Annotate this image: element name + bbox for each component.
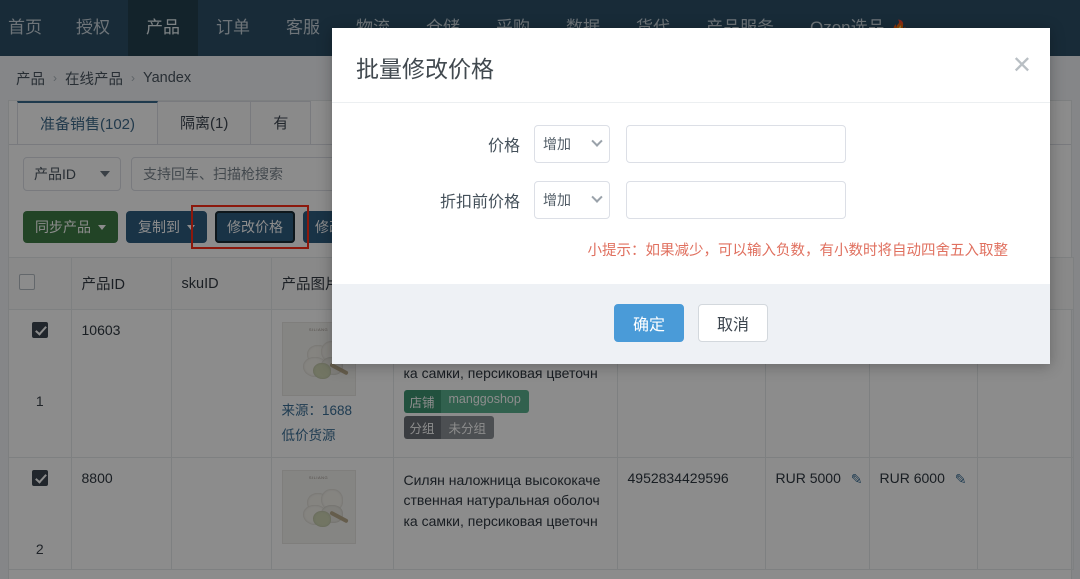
app-root: 首页 授权 产品 订单 客服 物流 仓储 采购 数据 货代 产品服务 Ozon选… bbox=[0, 0, 1080, 579]
old-price-input[interactable] bbox=[626, 181, 846, 219]
close-icon[interactable]: ✕ bbox=[1012, 54, 1032, 78]
price-label: 价格 bbox=[487, 138, 520, 155]
dialog-footer: 确定 取消 bbox=[332, 284, 1050, 364]
old-price-mode-value: 增加 bbox=[543, 192, 571, 208]
chevron-down-icon-2 bbox=[591, 191, 603, 203]
cancel-button[interactable]: 取消 bbox=[698, 304, 769, 342]
old-price-label: 折扣前价格 bbox=[439, 194, 520, 211]
price-mode-value: 增加 bbox=[543, 136, 571, 152]
price-input[interactable] bbox=[626, 125, 846, 163]
dialog-header: 批量修改价格 ✕ bbox=[332, 28, 1050, 103]
confirm-button[interactable]: 确定 bbox=[613, 304, 684, 342]
price-row: 价格 增加 bbox=[356, 125, 1026, 163]
old-price-row: 折扣前价格 增加 bbox=[356, 181, 1026, 219]
chevron-down-icon bbox=[591, 135, 603, 147]
old-price-mode-select[interactable]: 增加 bbox=[534, 181, 610, 219]
price-mode-select[interactable]: 增加 bbox=[534, 125, 610, 163]
dialog-title: 批量修改价格 bbox=[356, 56, 494, 82]
dialog-body: 价格 增加 折扣前价格 增加 小提示：如果减少，可以输入负数，有小数时将自动四舍… bbox=[332, 103, 1050, 284]
dialog-hint-text: 小提示：如果减少，可以输入负数，有小数时将自动四舍五入取整 bbox=[587, 243, 1009, 259]
bulk-edit-price-dialog: 批量修改价格 ✕ 价格 增加 折扣前价格 增加 小提示：如果减少，可以输入负数，… bbox=[332, 28, 1050, 364]
